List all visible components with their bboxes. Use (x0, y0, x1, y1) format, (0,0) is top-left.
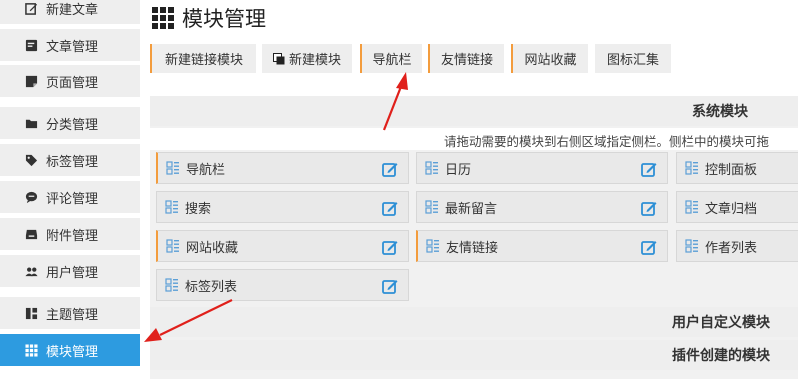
sidebar-item-categories[interactable]: 分类管理 (0, 107, 140, 139)
page-title: 模块管理 (182, 7, 266, 31)
edit-icon[interactable] (382, 278, 398, 294)
sidebar-item-label: 文章管理 (46, 39, 99, 55)
sidebar-item-label: 页面管理 (46, 75, 99, 91)
system-modules-header[interactable]: 系统模块 (150, 96, 798, 126)
module-item-search[interactable]: 搜索 (156, 191, 409, 223)
drag-handle-icon (166, 239, 179, 253)
sidebar-item-pages[interactable]: 页面管理 (0, 65, 140, 97)
copy-icon (272, 52, 285, 64)
hint-text: 请拖动需要的模块到右侧区域指定侧栏。侧栏中的模块可拖 (444, 134, 770, 149)
button-label: 图标汇集 (606, 53, 659, 68)
section-title: 系统模块 (692, 104, 748, 120)
edit-icon[interactable] (641, 239, 657, 255)
edit-icon[interactable] (641, 200, 657, 216)
sidebar-item-label: 模块管理 (46, 344, 99, 360)
sidebar-item-label: 主题管理 (46, 307, 99, 323)
new-link-module-button[interactable]: 新建链接模块 (150, 44, 256, 73)
drag-handle-icon (425, 161, 438, 175)
new-module-button[interactable]: 新建模块 (262, 44, 352, 73)
drag-handle-icon (685, 239, 698, 253)
grid-icon (24, 343, 38, 357)
comment-icon (24, 190, 38, 204)
button-label: 网站收藏 (524, 53, 577, 68)
module-item-latest-comments[interactable]: 最新留言 (416, 191, 668, 223)
drag-handle-icon (165, 200, 178, 214)
drag-handle-icon (685, 161, 698, 175)
button-label: 导航栏 (372, 53, 412, 68)
sidebar-item-label: 分类管理 (46, 117, 99, 133)
module-item-friend-links[interactable]: 友情链接 (416, 230, 668, 262)
tag-icon (24, 153, 38, 167)
module-label: 网站收藏 (186, 240, 239, 256)
sidebar-item-themes[interactable]: 主题管理 (0, 297, 140, 329)
module-item-archives[interactable]: 文章归档 (676, 191, 798, 223)
edit-icon[interactable] (382, 161, 398, 177)
module-item-nav-bar[interactable]: 导航栏 (156, 152, 409, 184)
plugin-modules-header[interactable]: 插件创建的模块 (150, 340, 798, 370)
module-label: 标签列表 (185, 279, 238, 295)
edit-icon (24, 1, 38, 15)
module-label: 作者列表 (705, 240, 758, 256)
module-label: 搜索 (185, 201, 212, 217)
button-label: 友情链接 (440, 53, 493, 68)
users-icon (24, 264, 38, 278)
friend-links-module-button[interactable]: 友情链接 (428, 44, 504, 73)
page-icon (24, 74, 38, 88)
grid-icon (152, 7, 174, 29)
drag-handle-icon (685, 200, 698, 214)
sidebar-item-comments[interactable]: 评论管理 (0, 181, 140, 213)
module-item-tag-list[interactable]: 标签列表 (156, 269, 409, 301)
module-item-authors[interactable]: 作者列表 (676, 230, 798, 262)
folder-icon (24, 116, 38, 130)
module-item-control-panel[interactable]: 控制面板 (676, 152, 798, 184)
sidebar-item-label: 附件管理 (46, 228, 99, 244)
sidebar-item-label: 标签管理 (46, 154, 99, 170)
module-label: 最新留言 (445, 201, 498, 217)
drag-hint: 请拖动需要的模块到右侧区域指定侧栏。侧栏中的模块可拖 (150, 128, 798, 150)
drag-handle-icon (425, 200, 438, 214)
site-favorites-module-button[interactable]: 网站收藏 (511, 44, 588, 73)
module-label: 文章归档 (705, 201, 758, 217)
nav-bar-module-button[interactable]: 导航栏 (360, 44, 422, 73)
section-title: 用户自定义模块 (672, 315, 770, 331)
sidebar-item-modules[interactable]: 模块管理 (0, 334, 140, 366)
edit-icon[interactable] (382, 239, 398, 255)
button-label: 新建链接模块 (164, 53, 243, 68)
module-item-calendar[interactable]: 日历 (416, 152, 668, 184)
theme-icon (24, 306, 38, 320)
module-label: 日历 (445, 162, 472, 178)
modules-panel: 系统模块 请拖动需要的模块到右侧区域指定侧栏。侧栏中的模块可拖 导航栏 日历 控… (150, 96, 798, 379)
drag-handle-icon (165, 278, 178, 292)
drag-handle-icon (426, 239, 439, 253)
sidebar-item-label: 评论管理 (46, 191, 99, 207)
sidebar-item-tags[interactable]: 标签管理 (0, 144, 140, 176)
article-icon (24, 38, 38, 52)
edit-icon[interactable] (641, 161, 657, 177)
sidebar-item-new-article[interactable]: 新建文章 (0, 0, 140, 24)
user-modules-header[interactable]: 用户自定义模块 (150, 307, 798, 337)
module-label: 控制面板 (705, 162, 758, 178)
sidebar-item-attachments[interactable]: 附件管理 (0, 218, 140, 250)
module-label: 导航栏 (186, 162, 226, 178)
drag-handle-icon (166, 161, 179, 175)
icon-collection-module-button[interactable]: 图标汇集 (595, 44, 671, 73)
inbox-icon (24, 227, 38, 241)
module-item-site-favorites[interactable]: 网站收藏 (156, 230, 409, 262)
page-header: 模块管理 (152, 4, 266, 32)
sidebar-item-users[interactable]: 用户管理 (0, 255, 140, 287)
section-title: 插件创建的模块 (672, 348, 770, 364)
sidebar-item-label: 用户管理 (46, 265, 99, 281)
sidebar: 新建文章 文章管理 页面管理 分类管理 标签管理 评论管理 附件管理 用户管理 … (0, 0, 140, 379)
sidebar-item-articles[interactable]: 文章管理 (0, 29, 140, 61)
edit-icon[interactable] (382, 200, 398, 216)
sidebar-item-label: 新建文章 (46, 2, 99, 18)
button-label: 新建模块 (288, 53, 341, 68)
module-label: 友情链接 (446, 240, 499, 256)
